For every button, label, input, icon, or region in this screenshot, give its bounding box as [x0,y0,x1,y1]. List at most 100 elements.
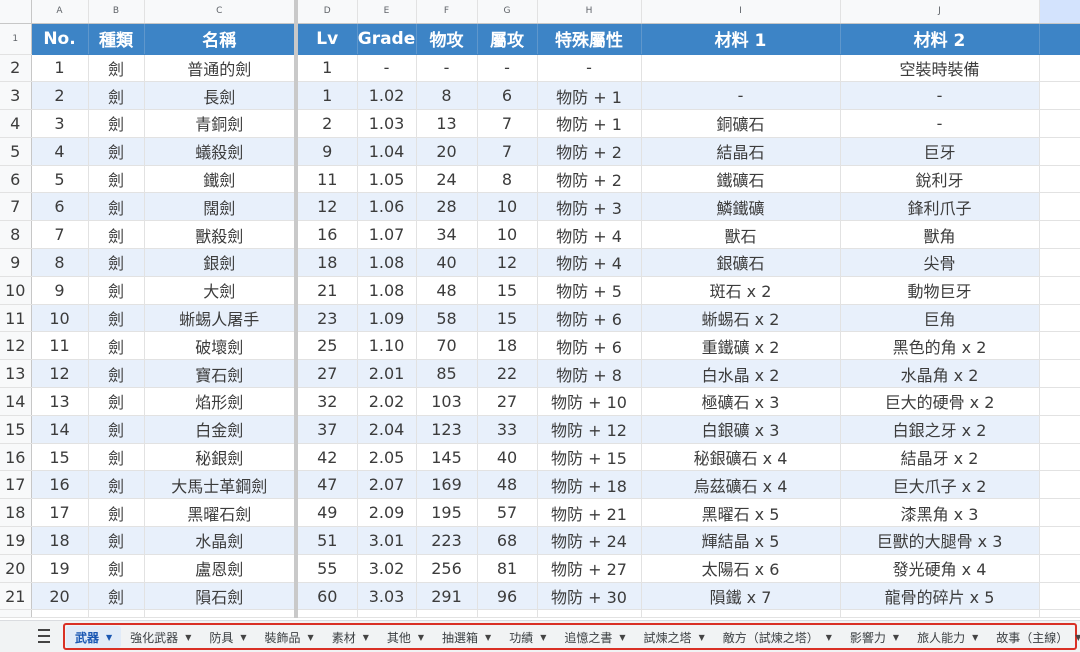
cell-no[interactable]: 1 [31,54,89,83]
cell-grade[interactable]: 1.02 [357,81,417,111]
cell-special[interactable]: 物防 + 3 [537,192,642,222]
cell-mat2[interactable]: 巨大的硬骨 x 2 [840,387,1040,416]
cell-special[interactable]: 物防 + 2 [537,137,642,166]
cell-mat2[interactable]: 巨牙 [840,137,1040,166]
row-number[interactable]: 13 [0,359,32,389]
cell-mat2[interactable]: - [840,109,1040,138]
cell-name[interactable]: 蜥蜴人屠手 [144,304,298,333]
cell-lv[interactable]: 16 [296,220,358,250]
cell-lv[interactable]: 12 [296,192,358,222]
cell-no[interactable]: 14 [31,415,89,444]
column-letter-extra[interactable] [1039,0,1080,24]
cell-mat2[interactable]: 龍骨的碎片 x 5 [840,582,1040,611]
cell-patk[interactable]: 34 [416,220,478,250]
chevron-down-icon[interactable]: ▼ [972,633,978,642]
cell-special[interactable]: 物防 + 6 [537,331,642,361]
cell-mat1[interactable]: 斑石 x 2 [641,276,841,305]
chevron-down-icon[interactable]: ▼ [699,633,705,642]
cell-name[interactable]: 闊劍 [144,192,298,222]
cell-type[interactable]: 劍 [88,331,145,361]
cell-type[interactable]: 劍 [88,526,145,555]
cell-no[interactable]: 7 [31,220,89,250]
cell-extra[interactable] [1039,109,1080,138]
cell-patk[interactable]: 291 [416,582,478,611]
cell-extra[interactable] [1039,192,1080,222]
cell-special[interactable]: 物防 + 1 [537,81,642,111]
cell-type[interactable]: 劍 [88,137,145,166]
cell-mat2[interactable]: 水晶角 x 2 [840,359,1040,389]
cell-patk[interactable]: 40 [416,248,478,277]
cell-special[interactable]: 物防 + 12 [537,415,642,444]
cell-patk[interactable]: 20 [416,137,478,166]
row-number[interactable]: 3 [0,81,32,111]
cell-mat1[interactable]: 重鐵礦 x 2 [641,331,841,361]
cell-mat2[interactable]: 動物巨牙 [840,276,1040,305]
cell-grade[interactable]: 1.09 [357,304,417,333]
cell-no[interactable]: 13 [31,387,89,416]
column-letter-i[interactable]: I [641,0,841,24]
header-patk[interactable]: 物攻 [416,23,478,55]
sheet-tab[interactable]: 防具 ▼ [200,626,255,648]
cell-extra[interactable] [1039,137,1080,166]
row-number[interactable]: 21 [0,582,32,611]
sheet-tab[interactable]: 追憶之書 ▼ [555,626,634,648]
chevron-down-icon[interactable]: ▼ [418,633,424,642]
cell-special[interactable]: 物防 + 18 [537,470,642,500]
cell-mat2[interactable]: 鋒利爪子 [840,192,1040,222]
cell-type[interactable]: 劍 [88,248,145,277]
cell-lv[interactable]: 47 [296,470,358,500]
column-letter-a[interactable]: A [31,0,89,24]
row-number[interactable]: 6 [0,165,32,194]
cell-mat2[interactable]: 白銀之牙 x 2 [840,415,1040,444]
cell-eatk[interactable]: 81 [477,554,538,583]
cell-extra[interactable] [1039,248,1080,277]
cell-name[interactable]: 盧恩劍 [144,554,298,583]
row-number[interactable]: 1 [0,23,32,55]
cell-mat1[interactable]: 太陽石 x 6 [641,554,841,583]
cell-extra[interactable] [1039,387,1080,416]
cell-mat2[interactable]: 結晶牙 x 2 [840,443,1040,472]
cell-name[interactable]: 大劍 [144,276,298,305]
cell-no[interactable]: 17 [31,498,89,528]
sheet-tab[interactable]: 敵方（試煉之塔） ▼ [714,626,841,648]
cell-extra[interactable] [1039,304,1080,333]
header-type[interactable]: 種類 [88,23,145,55]
cell-type[interactable]: 劍 [88,470,145,500]
chevron-down-icon[interactable]: ▼ [1075,633,1080,642]
cell-no[interactable]: 18 [31,526,89,555]
cell-no[interactable]: 10 [31,304,89,333]
cell-name[interactable]: 焰形劍 [144,387,298,416]
cell-eatk[interactable]: 15 [477,276,538,305]
cell-no[interactable]: 16 [31,470,89,500]
cell-grade[interactable]: 3.02 [357,554,417,583]
cell-special[interactable]: 物防 + 6 [537,304,642,333]
cell-special[interactable]: 物防 + 15 [537,443,642,472]
cell-name[interactable]: 隕石劍 [144,582,298,611]
cell-mat1[interactable]: 烏茲礦石 x 4 [641,470,841,500]
row-number[interactable]: 15 [0,415,32,444]
cell-grade[interactable]: 2.07 [357,470,417,500]
header-grade[interactable]: Grade [357,23,417,55]
sheet-tab[interactable]: 試煉之塔 ▼ [635,626,714,648]
cell-grade[interactable]: 2.01 [357,359,417,389]
cell-mat1[interactable]: 白銀礦 x 3 [641,415,841,444]
cell-lv[interactable]: 21 [296,276,358,305]
cell-no[interactable]: 19 [31,554,89,583]
cell-patk[interactable]: 103 [416,387,478,416]
row-number[interactable]: 9 [0,248,32,277]
chevron-down-icon[interactable]: ▼ [308,633,314,642]
row-number[interactable]: 19 [0,526,32,555]
cell-eatk[interactable]: 10 [477,220,538,250]
cell-grade[interactable]: 3.01 [357,526,417,555]
cell-special[interactable]: 物防 + 5 [537,276,642,305]
cell-name[interactable]: 蟻殺劍 [144,137,298,166]
cell-mat1[interactable]: 極礦石 x 3 [641,387,841,416]
cell-mat1[interactable]: 白水晶 x 2 [641,359,841,389]
column-letter-e[interactable]: E [357,0,417,24]
cell-patk[interactable]: 145 [416,443,478,472]
select-all-corner[interactable] [0,0,32,24]
cell-mat1[interactable]: 輝結晶 x 5 [641,526,841,555]
cell-patk[interactable]: 13 [416,109,478,138]
cell-patk[interactable]: 256 [416,554,478,583]
cell-type[interactable]: 劍 [88,220,145,250]
